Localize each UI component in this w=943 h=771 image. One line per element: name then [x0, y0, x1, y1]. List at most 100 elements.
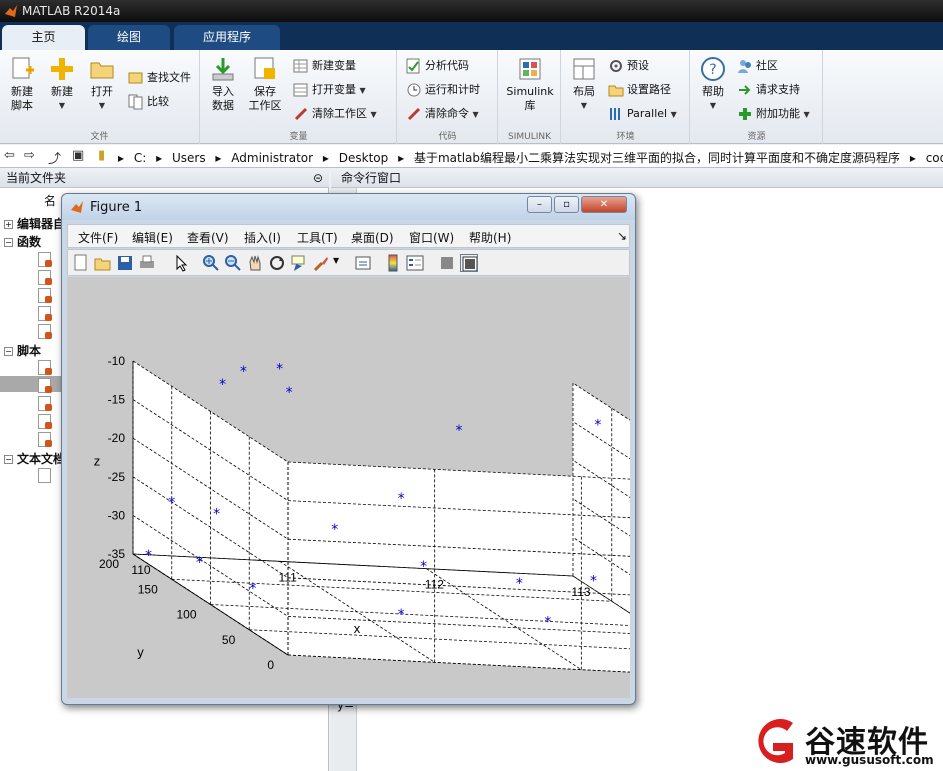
figure-window[interactable]: Figure 1 – ▫ ✕ 文件(F) 编辑(E) 查看(V) 插入(I) 工… [61, 193, 729, 705]
set-path-button[interactable]: 设置路径 [608, 80, 671, 100]
new-script-button[interactable]: 新建 脚本 [4, 56, 40, 113]
data-point: * [168, 495, 175, 511]
colorbar-icon[interactable] [384, 254, 402, 272]
tab-home[interactable]: 主页 [2, 25, 85, 50]
link-icon[interactable] [354, 254, 372, 272]
minimize-button[interactable]: – [527, 196, 552, 213]
community-button[interactable]: 社区 [737, 56, 778, 76]
menu-view[interactable]: 查看(V) [187, 229, 229, 246]
simulink-library-button[interactable]: Simulink 库 [503, 56, 557, 113]
menu-window[interactable]: 窗口(W) [409, 229, 454, 246]
request-support-button[interactable]: 请求支持 [737, 80, 800, 100]
new-button[interactable]: 新建 ▼ [44, 56, 80, 113]
collapse-icon[interactable]: − [4, 347, 13, 356]
m-file-icon[interactable] [38, 360, 52, 375]
tree-group-editor[interactable]: + 编辑器自 [4, 215, 65, 232]
menu-help[interactable]: 帮助(H) [469, 229, 511, 246]
m-file-icon[interactable] [38, 396, 52, 411]
hide-plot-tools-icon[interactable] [438, 254, 456, 272]
chevron-down-icon: ▼ [472, 110, 479, 119]
clear-workspace-button[interactable]: 清除工作区 ▼ [293, 104, 377, 124]
save-icon[interactable] [116, 254, 134, 272]
maximize-button[interactable]: ▫ [554, 196, 579, 213]
run-and-time-button[interactable]: 运行和计时 [406, 80, 480, 100]
m-file-icon[interactable] [38, 432, 52, 447]
show-plot-tools-icon[interactable] [460, 254, 478, 272]
zoom-in-icon[interactable] [202, 254, 220, 272]
clear-commands-button[interactable]: 清除命令 ▼ [406, 104, 479, 124]
breadcrumb-desktop[interactable]: Desktop [339, 151, 389, 165]
chevron-down-icon[interactable]: ▼ [333, 256, 339, 265]
m-file-icon[interactable] [38, 270, 52, 285]
compare-button[interactable]: 比较 [128, 92, 169, 112]
open-variable-button[interactable]: 打开变量 ▼ [293, 80, 366, 100]
menu-insert[interactable]: 插入(I) [244, 229, 281, 246]
m-file-icon[interactable] [38, 324, 52, 339]
selected-row[interactable] [0, 376, 70, 392]
file-section: 新建 脚本 新建 ▼ 打开 ▼ 查找文件 比较 文件 [0, 50, 200, 144]
m-file-icon[interactable] [38, 306, 52, 321]
analyze-code-button[interactable]: 分析代码 [406, 56, 469, 76]
up-folder-icon[interactable]: ⤴ [48, 148, 61, 167]
addons-button[interactable]: 附加功能 ▼ [737, 104, 810, 124]
y-axis-label: y [137, 645, 144, 660]
find-files-button[interactable]: 查找文件 [128, 68, 191, 88]
legend-icon[interactable] [406, 254, 424, 272]
breadcrumb-drive[interactable]: C: [134, 151, 146, 165]
preferences-button[interactable]: 预设 [608, 56, 649, 76]
forward-arrow-icon[interactable]: ⇨ [24, 148, 35, 163]
watermark: 谷速软件 www.gususoft.com [743, 713, 943, 771]
close-button[interactable]: ✕ [581, 196, 627, 213]
new-variable-button[interactable]: 新建变量 [293, 56, 356, 76]
menu-edit[interactable]: 编辑(E) [132, 229, 173, 246]
brush-icon[interactable] [312, 254, 330, 272]
breadcrumb-users[interactable]: Users [172, 151, 206, 165]
data-cursor-icon[interactable] [290, 254, 308, 272]
open-file-icon[interactable] [94, 254, 112, 272]
collapse-icon[interactable]: − [4, 238, 13, 247]
m-file-icon[interactable] [38, 252, 52, 267]
layout-button[interactable]: 布局 ▼ [566, 56, 602, 113]
zoom-out-icon[interactable] [224, 254, 242, 272]
pointer-icon[interactable] [172, 254, 190, 272]
import-data-button[interactable]: 导入 数据 [205, 56, 241, 113]
open-button[interactable]: 打开 ▼ [84, 56, 120, 113]
new-label: 新建 [51, 85, 73, 98]
breadcrumb-project[interactable]: 基于matlab编程最小二乘算法实现对三维平面的拟合，同时计算平面度和不确定度源… [414, 151, 900, 165]
breadcrumb-code[interactable]: code [926, 151, 943, 165]
open-variable-label: 打开变量 [312, 83, 356, 96]
m-file-icon[interactable] [38, 414, 52, 429]
file-section-label: 文件 [90, 132, 109, 142]
tree-group-scripts[interactable]: − 脚本 [4, 342, 41, 359]
menu-desktop[interactable]: 桌面(D) [351, 229, 394, 246]
tab-plots[interactable]: 绘图 [88, 25, 170, 50]
tree-group-functions[interactable]: − 函数 [4, 233, 41, 250]
breadcrumb-admin[interactable]: Administrator [231, 151, 313, 165]
browse-folder-icon[interactable]: ▣ [72, 148, 84, 163]
menu-tools[interactable]: 工具(T) [297, 229, 338, 246]
parallel-button[interactable]: Parallel ▼ [608, 104, 677, 124]
print-icon[interactable] [138, 254, 156, 272]
help-button[interactable]: ? 帮助 ▼ [695, 56, 731, 113]
save-workspace-button[interactable]: 保存 工作区 [245, 56, 285, 113]
column-header[interactable]: 名 [22, 192, 56, 209]
plot-area[interactable]: 110 111 112 113 0 50 100 150 200 -10 -15 -20 -25 -30-… [67, 277, 729, 698]
m-file-icon[interactable] [38, 378, 52, 393]
back-arrow-icon[interactable]: ⇦ [4, 148, 15, 163]
new-figure-icon[interactable] [72, 254, 90, 272]
figure-title-bar[interactable]: Figure 1 – ▫ ✕ [62, 194, 635, 220]
m-file-icon[interactable] [38, 288, 52, 303]
tab-apps[interactable]: 应用程序 [174, 25, 280, 50]
scatter3-chart[interactable]: 110111112113050100150200-10-15-20-25-30-… [67, 277, 729, 698]
collapse-icon[interactable]: − [4, 455, 13, 464]
text-file-icon[interactable] [38, 468, 51, 483]
rotate-icon[interactable] [268, 254, 286, 272]
panel-menu-icon[interactable]: ⊝ [313, 168, 323, 188]
menu-file[interactable]: 文件(F) [78, 229, 118, 246]
menu-dock-icon[interactable]: ↘ [617, 229, 627, 243]
x-axis-label: x [354, 621, 361, 636]
tree-group-text[interactable]: − 文本文档 [4, 450, 65, 467]
expand-icon[interactable]: + [4, 220, 13, 229]
data-point: * [516, 576, 523, 592]
pan-icon[interactable] [246, 254, 264, 272]
